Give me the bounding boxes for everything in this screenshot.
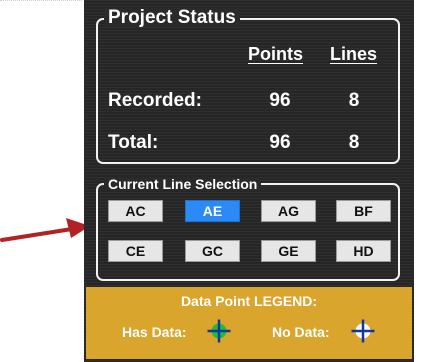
line-button-ac[interactable]: AC [108, 200, 163, 222]
line-button-ae[interactable]: AE [185, 200, 240, 222]
line-button-ce[interactable]: CE [108, 240, 163, 262]
project-status-title: Project Status [104, 8, 240, 27]
data-point-legend: Data Point LEGEND: Has Data: No Data: [86, 287, 412, 359]
red-arrow-icon [0, 218, 90, 242]
green-crosshair-icon [207, 319, 231, 343]
lines-column-header: Lines [330, 44, 378, 64]
total-lines-value: 8 [348, 132, 360, 153]
project-panel: Project Status Points Lines Recorded: 96… [84, 0, 414, 362]
current-line-selection-group: Current Line Selection AC AE AG BF CE GC… [96, 177, 400, 281]
dotted-separator [0, 0, 82, 1]
points-column-header: Points [248, 44, 304, 64]
recorded-points-value: 96 [269, 90, 291, 111]
current-line-selection-title: Current Line Selection [104, 177, 262, 191]
line-button-gc[interactable]: GC [185, 240, 240, 262]
no-data-label: No Data: [272, 324, 330, 340]
project-status-group: Project Status Points Lines Recorded: 96… [96, 8, 400, 164]
legend-title: Data Point LEGEND: [180, 293, 318, 309]
line-button-bf[interactable]: BF [336, 200, 391, 222]
line-button-ag[interactable]: AG [261, 200, 316, 222]
line-button-hd[interactable]: HD [336, 240, 391, 262]
line-button-ge[interactable]: GE [261, 240, 316, 262]
recorded-lines-value: 8 [348, 90, 360, 111]
white-crosshair-icon [351, 319, 375, 343]
total-label: Total: [108, 132, 159, 153]
has-data-label: Has Data: [122, 324, 187, 340]
total-points-value: 96 [269, 132, 291, 153]
recorded-label: Recorded: [108, 90, 202, 111]
